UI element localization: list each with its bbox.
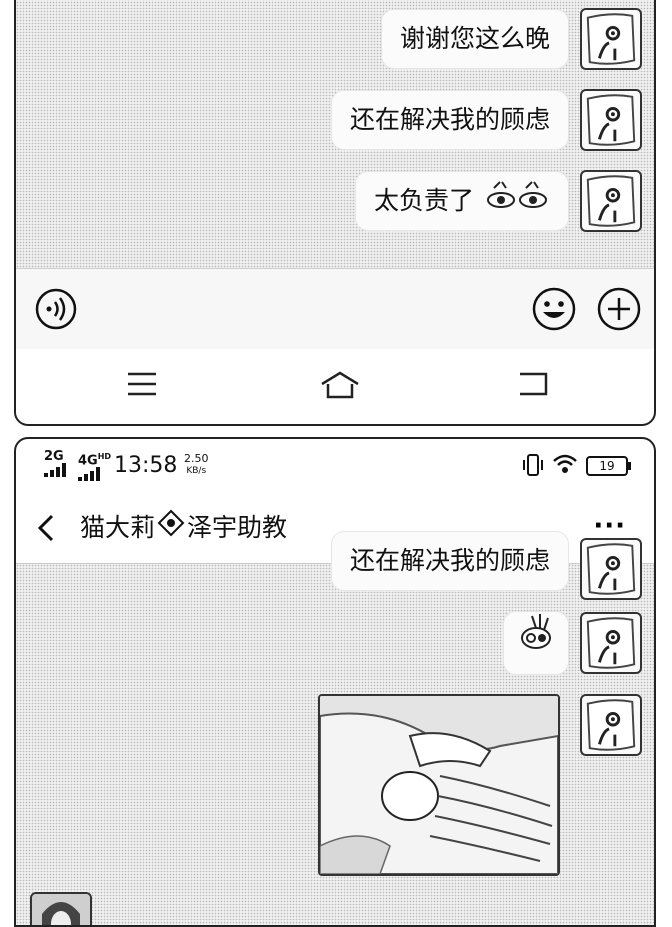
avatar[interactable]	[580, 89, 642, 151]
add-more-icon[interactable]	[596, 286, 642, 332]
diamond-icon	[157, 494, 185, 564]
status-time: 13:58	[114, 453, 178, 478]
network-speed: 2.50 KB/s	[184, 452, 209, 476]
message-bubble[interactable]: 还在解决我的顾虑	[331, 91, 568, 149]
avatar[interactable]	[580, 538, 642, 600]
signal-4g-icon: 4GHD	[78, 451, 111, 484]
ok-hand-emoji-icon	[518, 612, 554, 673]
top-message-list[interactable]: 谢谢您这么晚 还在解决我的顾虑 太负责了	[16, 0, 654, 268]
signal-2g-icon: 2G	[44, 450, 70, 480]
avatar[interactable]	[580, 8, 642, 70]
avatar[interactable]	[580, 612, 642, 674]
emoji-icon[interactable]	[531, 286, 577, 332]
chat-title: 猫大莉 泽宇助教	[80, 493, 287, 563]
hands-photo-icon	[320, 696, 558, 874]
message-bubble-partial[interactable]: 还在解决我的顾虑	[331, 532, 568, 590]
more-options-icon[interactable]: ···	[593, 511, 626, 541]
back-arrow-icon[interactable]	[36, 513, 56, 547]
top-chat-screenshot: 谢谢您这么晚 还在解决我的顾虑 太负责了	[14, 0, 656, 426]
message-bubble[interactable]: 太负责了	[356, 172, 568, 230]
home-key-icon[interactable]	[318, 370, 362, 404]
avatar[interactable]	[580, 694, 642, 756]
avatar-other[interactable]	[30, 892, 92, 925]
input-bar	[16, 268, 654, 349]
message-text: 还在解决我的顾虑	[349, 546, 550, 575]
bottom-chat-screenshot: 2G 4GHD 13:58 2.50KB/s 19 猫大莉泽宇助教 ···	[14, 437, 656, 927]
message-text: 谢谢您这么晚	[399, 24, 550, 53]
back-key-icon[interactable]	[516, 370, 550, 402]
wifi-icon	[552, 453, 578, 480]
message-text: 还在解决我的顾虑	[349, 105, 550, 134]
voice-input-icon[interactable]	[34, 287, 78, 331]
avatar[interactable]	[580, 170, 642, 232]
image-message[interactable]	[318, 694, 560, 876]
menu-key-icon[interactable]	[126, 370, 158, 402]
bottom-message-list[interactable]: 还在解决我的顾虑	[16, 532, 654, 925]
message-text: 太负责了	[374, 186, 475, 215]
eyes-emoji-icon	[486, 173, 550, 231]
status-bar: 2G 4GHD 13:58 2.50 KB/s 19	[16, 439, 654, 493]
vibrate-icon	[522, 453, 544, 482]
emoji-message-bubble[interactable]	[504, 612, 568, 674]
battery-icon: 19	[586, 456, 631, 476]
message-bubble[interactable]: 谢谢您这么晚	[381, 10, 568, 68]
